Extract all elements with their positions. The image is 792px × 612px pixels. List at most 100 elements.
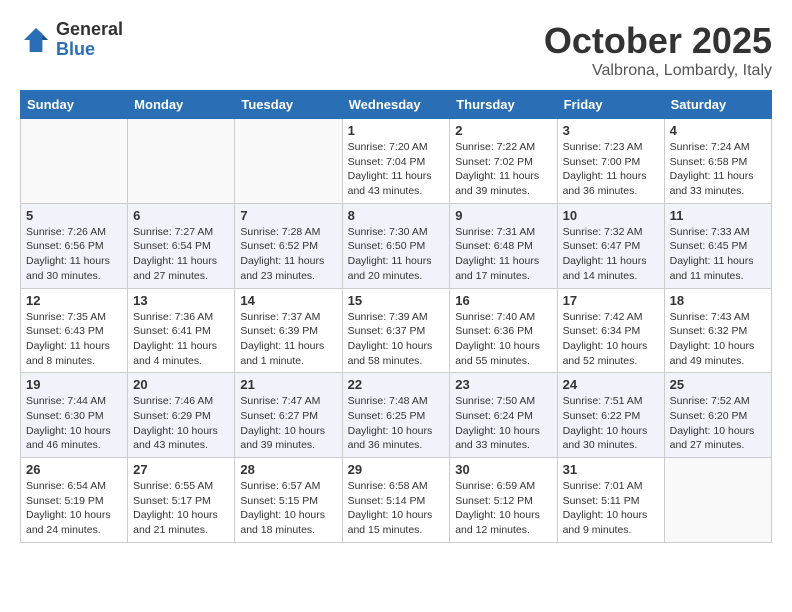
day-number: 28 bbox=[240, 462, 336, 477]
day-info: Sunrise: 7:42 AM Sunset: 6:34 PM Dayligh… bbox=[563, 310, 659, 369]
calendar-cell: 3 Sunrise: 7:23 AM Sunset: 7:00 PM Daylig… bbox=[557, 119, 664, 204]
day-info: Sunrise: 7:23 AM Sunset: 7:00 PM Dayligh… bbox=[563, 140, 659, 199]
day-number: 11 bbox=[670, 208, 766, 223]
day-info: Sunrise: 6:57 AM Sunset: 5:15 PM Dayligh… bbox=[240, 479, 336, 538]
logo-icon bbox=[20, 24, 52, 56]
day-info: Sunrise: 7:32 AM Sunset: 6:47 PM Dayligh… bbox=[563, 225, 659, 284]
calendar-cell: 7Sunrise: 7:28 AM Sunset: 6:52 PM Daylig… bbox=[235, 203, 342, 288]
day-number: 10 bbox=[563, 208, 659, 223]
calendar-cell: 27Sunrise: 6:55 AM Sunset: 5:17 PM Dayli… bbox=[128, 458, 235, 543]
day-info: Sunrise: 7:31 AM Sunset: 6:48 PM Dayligh… bbox=[455, 225, 551, 284]
calendar-cell: 24Sunrise: 7:51 AM Sunset: 6:22 PM Dayli… bbox=[557, 373, 664, 458]
day-number: 29 bbox=[348, 462, 445, 477]
calendar-week-row: 5 Sunrise: 7:26 AM Sunset: 6:56 PM Daylig… bbox=[21, 203, 772, 288]
day-number: 4 bbox=[670, 123, 766, 138]
day-number: 22 bbox=[348, 377, 445, 392]
weekday-header-tuesday: Tuesday bbox=[235, 91, 342, 119]
calendar-cell: 28 Sunrise: 6:57 AM Sunset: 5:15 PM Dayli… bbox=[235, 458, 342, 543]
day-number: 1 bbox=[348, 123, 445, 138]
calendar-cell bbox=[235, 119, 342, 204]
day-info: Sunrise: 7:35 AM Sunset: 6:43 PM Dayligh… bbox=[26, 310, 122, 369]
day-number: 27 bbox=[133, 462, 229, 477]
day-number: 17 bbox=[563, 293, 659, 308]
day-number: 6 bbox=[133, 208, 229, 223]
day-number: 14 bbox=[240, 293, 336, 308]
day-number: 13 bbox=[133, 293, 229, 308]
day-number: 9 bbox=[455, 208, 551, 223]
calendar-week-row: 19 Sunrise: 7:44 AM Sunset: 6:30 PM Dayli… bbox=[21, 373, 772, 458]
calendar-cell: 6 Sunrise: 7:27 AM Sunset: 6:54 PM Daylig… bbox=[128, 203, 235, 288]
calendar-cell: 8Sunrise: 7:30 AM Sunset: 6:50 PM Daylig… bbox=[342, 203, 450, 288]
calendar-table: SundayMondayTuesdayWednesdayThursdayFrid… bbox=[20, 90, 772, 543]
day-number: 26 bbox=[26, 462, 122, 477]
day-info: Sunrise: 7:20 AM Sunset: 7:04 PM Dayligh… bbox=[348, 140, 445, 199]
weekday-header-thursday: Thursday bbox=[450, 91, 557, 119]
day-info: Sunrise: 7:43 AM Sunset: 6:32 PM Dayligh… bbox=[670, 310, 766, 369]
day-info: Sunrise: 7:46 AM Sunset: 6:29 PM Dayligh… bbox=[133, 394, 229, 453]
calendar-cell: 19 Sunrise: 7:44 AM Sunset: 6:30 PM Dayli… bbox=[21, 373, 128, 458]
calendar-cell: 5 Sunrise: 7:26 AM Sunset: 6:56 PM Daylig… bbox=[21, 203, 128, 288]
day-info: Sunrise: 7:52 AM Sunset: 6:20 PM Dayligh… bbox=[670, 394, 766, 453]
day-info: Sunrise: 7:47 AM Sunset: 6:27 PM Dayligh… bbox=[240, 394, 336, 453]
calendar-cell: 21 Sunrise: 7:47 AM Sunset: 6:27 PM Dayli… bbox=[235, 373, 342, 458]
day-number: 5 bbox=[26, 208, 122, 223]
day-number: 18 bbox=[670, 293, 766, 308]
calendar-cell: 20 Sunrise: 7:46 AM Sunset: 6:29 PM Dayli… bbox=[128, 373, 235, 458]
day-number: 2 bbox=[455, 123, 551, 138]
calendar-week-row: 1 Sunrise: 7:20 AM Sunset: 7:04 PM Daylig… bbox=[21, 119, 772, 204]
day-number: 15 bbox=[348, 293, 445, 308]
calendar-cell: 1 Sunrise: 7:20 AM Sunset: 7:04 PM Daylig… bbox=[342, 119, 450, 204]
calendar-cell bbox=[128, 119, 235, 204]
day-number: 31 bbox=[563, 462, 659, 477]
calendar-cell: 29 Sunrise: 6:58 AM Sunset: 5:14 PM Dayli… bbox=[342, 458, 450, 543]
day-info: Sunrise: 7:48 AM Sunset: 6:25 PM Dayligh… bbox=[348, 394, 445, 453]
day-info: Sunrise: 7:50 AM Sunset: 6:24 PM Dayligh… bbox=[455, 394, 551, 453]
day-info: Sunrise: 7:44 AM Sunset: 6:30 PM Dayligh… bbox=[26, 394, 122, 453]
calendar-cell: 14 Sunrise: 7:37 AM Sunset: 6:39 PM Dayli… bbox=[235, 288, 342, 373]
day-number: 12 bbox=[26, 293, 122, 308]
calendar-cell: 4 Sunrise: 7:24 AM Sunset: 6:58 PM Daylig… bbox=[664, 119, 771, 204]
calendar-cell: 12 Sunrise: 7:35 AM Sunset: 6:43 PM Dayli… bbox=[21, 288, 128, 373]
day-info: Sunrise: 7:40 AM Sunset: 6:36 PM Dayligh… bbox=[455, 310, 551, 369]
calendar-cell bbox=[664, 458, 771, 543]
day-info: Sunrise: 7:51 AM Sunset: 6:22 PM Dayligh… bbox=[563, 394, 659, 453]
calendar-cell: 30Sunrise: 6:59 AM Sunset: 5:12 PM Dayli… bbox=[450, 458, 557, 543]
logo: General Blue bbox=[20, 20, 123, 60]
page-header: General Blue October 2025 Valbrona, Lomb… bbox=[20, 20, 772, 80]
weekday-header-monday: Monday bbox=[128, 91, 235, 119]
month-title: October 2025 bbox=[544, 20, 772, 62]
day-number: 23 bbox=[455, 377, 551, 392]
day-number: 20 bbox=[133, 377, 229, 392]
calendar-cell: 26 Sunrise: 6:54 AM Sunset: 5:19 PM Dayli… bbox=[21, 458, 128, 543]
location-subtitle: Valbrona, Lombardy, Italy bbox=[544, 62, 772, 80]
calendar-header-row: SundayMondayTuesdayWednesdayThursdayFrid… bbox=[21, 91, 772, 119]
day-info: Sunrise: 7:33 AM Sunset: 6:45 PM Dayligh… bbox=[670, 225, 766, 284]
day-number: 25 bbox=[670, 377, 766, 392]
logo-text: General Blue bbox=[56, 20, 123, 60]
weekday-header-sunday: Sunday bbox=[21, 91, 128, 119]
day-number: 19 bbox=[26, 377, 122, 392]
day-info: Sunrise: 7:30 AM Sunset: 6:50 PM Dayligh… bbox=[348, 225, 445, 284]
title-block: October 2025 Valbrona, Lombardy, Italy bbox=[544, 20, 772, 80]
day-info: Sunrise: 6:58 AM Sunset: 5:14 PM Dayligh… bbox=[348, 479, 445, 538]
weekday-header-friday: Friday bbox=[557, 91, 664, 119]
calendar-cell: 10 Sunrise: 7:32 AM Sunset: 6:47 PM Dayli… bbox=[557, 203, 664, 288]
calendar-cell bbox=[21, 119, 128, 204]
day-number: 21 bbox=[240, 377, 336, 392]
calendar-cell: 25 Sunrise: 7:52 AM Sunset: 6:20 PM Dayli… bbox=[664, 373, 771, 458]
day-info: Sunrise: 7:24 AM Sunset: 6:58 PM Dayligh… bbox=[670, 140, 766, 199]
day-info: Sunrise: 7:37 AM Sunset: 6:39 PM Dayligh… bbox=[240, 310, 336, 369]
day-info: Sunrise: 7:28 AM Sunset: 6:52 PM Dayligh… bbox=[240, 225, 336, 284]
day-info: Sunrise: 7:26 AM Sunset: 6:56 PM Dayligh… bbox=[26, 225, 122, 284]
weekday-header-wednesday: Wednesday bbox=[342, 91, 450, 119]
calendar-cell: 9 Sunrise: 7:31 AM Sunset: 6:48 PM Daylig… bbox=[450, 203, 557, 288]
calendar-week-row: 12 Sunrise: 7:35 AM Sunset: 6:43 PM Dayli… bbox=[21, 288, 772, 373]
day-info: Sunrise: 6:54 AM Sunset: 5:19 PM Dayligh… bbox=[26, 479, 122, 538]
calendar-cell: 31Sunrise: 7:01 AM Sunset: 5:11 PM Dayli… bbox=[557, 458, 664, 543]
day-info: Sunrise: 7:27 AM Sunset: 6:54 PM Dayligh… bbox=[133, 225, 229, 284]
calendar-cell: 23 Sunrise: 7:50 AM Sunset: 6:24 PM Dayli… bbox=[450, 373, 557, 458]
calendar-cell: 2Sunrise: 7:22 AM Sunset: 7:02 PM Daylig… bbox=[450, 119, 557, 204]
day-number: 3 bbox=[563, 123, 659, 138]
day-info: Sunrise: 7:39 AM Sunset: 6:37 PM Dayligh… bbox=[348, 310, 445, 369]
day-number: 30 bbox=[455, 462, 551, 477]
